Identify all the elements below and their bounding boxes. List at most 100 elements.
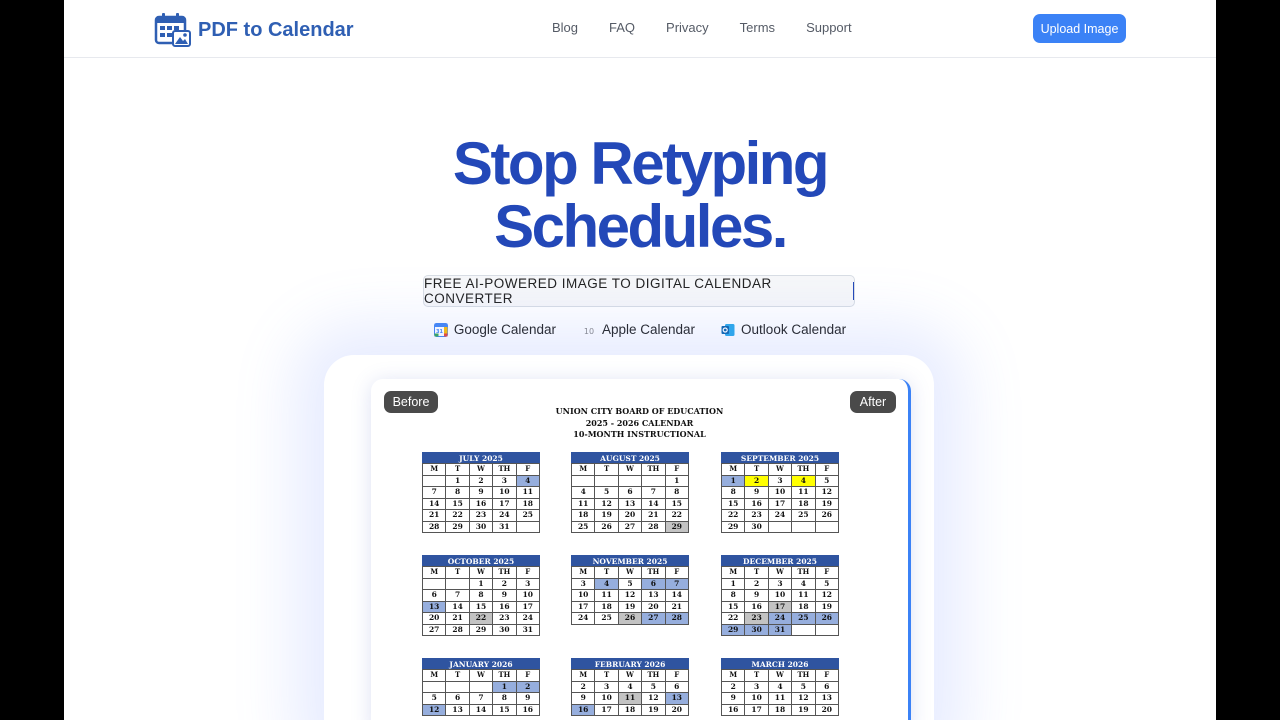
day-cell: 27: [423, 624, 447, 636]
day-cell: 3: [572, 578, 596, 590]
day-cell: 4: [595, 578, 619, 590]
weekday-header: T: [745, 567, 769, 579]
day-cell: 18: [516, 498, 540, 510]
day-cell: 13: [446, 704, 470, 716]
before-toggle[interactable]: Before: [384, 391, 438, 413]
day-cell: 15: [722, 498, 746, 510]
day-cell: 13: [815, 693, 839, 705]
day-cell: 10: [595, 693, 619, 705]
day-cell: 7: [642, 487, 666, 499]
weekday-header: F: [665, 464, 689, 476]
calendar-providers: 31 Google Calendar 10 Apple Calendar Out…: [64, 322, 1216, 337]
day-cell: [815, 624, 839, 636]
day-cell: 10: [572, 590, 596, 602]
day-cell: 20: [423, 613, 447, 625]
day-cell: 2: [745, 475, 769, 487]
day-cell: [516, 521, 540, 533]
nav-link-support[interactable]: Support: [806, 20, 852, 35]
day-cell: 3: [493, 475, 517, 487]
day-cell: 15: [469, 601, 494, 613]
weekday-header: M: [423, 464, 447, 476]
day-cell: 31: [768, 624, 793, 636]
weekday-header: W: [618, 464, 643, 476]
day-cell: 12: [618, 590, 643, 602]
weekday-header: T: [595, 464, 619, 476]
day-cell: 24: [768, 613, 793, 625]
weekday-header: M: [572, 464, 596, 476]
day-cell: 4: [768, 681, 793, 693]
weekday-header: T: [446, 567, 470, 579]
weekday-header: F: [516, 567, 540, 579]
provider-label: Outlook Calendar: [741, 322, 847, 337]
day-cell: 1: [469, 578, 494, 590]
calendar-image-icon: [154, 13, 191, 47]
day-cell: 20: [665, 704, 689, 716]
month-title: JANUARY 2026: [422, 658, 540, 669]
day-cell: 9: [493, 590, 517, 602]
weekday-header: W: [469, 567, 494, 579]
day-cell: 30: [745, 624, 769, 636]
nav-link-privacy[interactable]: Privacy: [666, 20, 709, 35]
day-cell: 9: [516, 693, 540, 705]
day-cell: 11: [768, 693, 793, 705]
day-cell: 19: [595, 510, 619, 522]
day-cell: 16: [745, 498, 769, 510]
day-cell: 26: [815, 613, 839, 625]
nav-link-terms[interactable]: Terms: [740, 20, 775, 35]
weekday-header: W: [768, 670, 793, 682]
day-cell: [423, 475, 447, 487]
day-cell: 16: [516, 704, 540, 716]
day-cell: 6: [815, 681, 839, 693]
provider-google-calendar: 31 Google Calendar: [433, 322, 556, 337]
upload-image-button[interactable]: Upload Image: [1033, 14, 1126, 43]
day-cell: 21: [446, 613, 470, 625]
nav-link-faq[interactable]: FAQ: [609, 20, 635, 35]
day-cell: 7: [423, 487, 447, 499]
nav-link-blog[interactable]: Blog: [552, 20, 578, 35]
day-cell: 22: [665, 510, 689, 522]
day-cell: 16: [493, 601, 517, 613]
day-cell: 16: [722, 704, 746, 716]
day-cell: 15: [493, 704, 517, 716]
day-cell: 15: [446, 498, 470, 510]
day-cell: 21: [423, 510, 447, 522]
day-cell: 21: [642, 510, 666, 522]
day-cell: 13: [642, 590, 666, 602]
month-day-grid: M T W TH F 1 4 5 6 7 8 11 12 13 14 15 18 19 20 21 22 25 26 27 28…: [571, 463, 689, 533]
day-cell: 14: [423, 498, 447, 510]
day-cell: 8: [665, 487, 689, 499]
day-cell: 23: [745, 613, 769, 625]
day-cell: 27: [618, 521, 643, 533]
day-cell: 5: [642, 681, 666, 693]
day-cell: 30: [493, 624, 517, 636]
after-toggle[interactable]: After: [850, 391, 896, 413]
weekday-header: TH: [792, 464, 816, 476]
month-day-grid: M T W TH F 1 2 3 4 5 8 9 10 11 12 15 16 17 18 19 22 23 24 25 26 2…: [721, 566, 839, 636]
day-cell: 5: [815, 578, 839, 590]
provider-outlook-calendar: Outlook Calendar: [721, 322, 846, 337]
provider-label: Apple Calendar: [601, 322, 696, 337]
svg-text:31: 31: [436, 329, 443, 335]
day-cell: 28: [642, 521, 666, 533]
weekday-header: F: [665, 567, 689, 579]
month-title: JULY 2025: [422, 452, 540, 463]
weekday-header: F: [815, 670, 839, 682]
day-cell: 5: [792, 681, 816, 693]
weekday-header: W: [768, 464, 793, 476]
weekday-header: M: [423, 670, 447, 682]
brand-logo[interactable]: PDF to Calendar: [154, 12, 354, 48]
day-cell: 17: [768, 498, 793, 510]
before-after-preview[interactable]: UNION CITY BOARD OF EDUCATION 2025 - 202…: [371, 379, 911, 720]
day-cell: 13: [665, 693, 689, 705]
weekday-header: M: [722, 464, 746, 476]
day-cell: 16: [745, 601, 769, 613]
day-cell: 10: [493, 487, 517, 499]
day-cell: 8: [722, 590, 746, 602]
day-cell: 29: [665, 521, 689, 533]
day-cell: 7: [446, 590, 470, 602]
day-cell: 3: [768, 475, 793, 487]
day-cell: [423, 681, 447, 693]
day-cell: 31: [516, 624, 540, 636]
apple-calendar-icon: 10: [582, 323, 596, 336]
day-cell: 7: [469, 693, 494, 705]
